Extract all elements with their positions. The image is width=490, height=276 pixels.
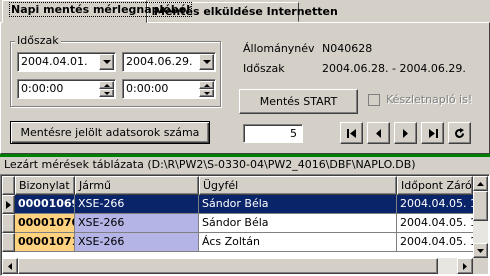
tab-daily-save[interactable]: Napi mentés mérlegnaplóból — [2, 0, 193, 23]
start-time-value: 0:00:00 — [21, 82, 64, 95]
next-record-button[interactable] — [394, 122, 417, 144]
scroll-thumb[interactable] — [473, 191, 488, 221]
scroll-down-button[interactable] — [473, 243, 488, 258]
row-indicator[interactable] — [2, 214, 15, 233]
filename-label: Állománynév — [243, 42, 315, 55]
scroll-left-button[interactable] — [2, 258, 18, 274]
inventory-log-label: Készletnapló is! — [386, 93, 473, 106]
row-indicator[interactable] — [2, 195, 15, 214]
cell-time[interactable]: 2004.04.05. 1( — [397, 195, 473, 214]
last-record-icon — [428, 128, 438, 138]
refresh-button[interactable] — [448, 122, 471, 144]
spin-down-icon[interactable] — [199, 89, 214, 97]
spin-up-icon[interactable] — [99, 81, 114, 89]
end-time-field[interactable]: 0:00:00 — [122, 79, 216, 99]
end-date-picker[interactable]: 2004.06.29. — [122, 52, 216, 72]
column-header-doc[interactable]: Bizonylat — [15, 176, 75, 195]
prior-record-button[interactable] — [367, 122, 390, 144]
marked-rows-count-button[interactable]: Mentésre jelölt adatsorok száma — [10, 121, 210, 144]
tab-daily-save-label: Napi mentés mérlegnaplóból — [9, 2, 193, 17]
start-date-picker[interactable]: 2004.04.01. — [17, 52, 116, 72]
first-record-button[interactable] — [340, 122, 363, 144]
last-record-button[interactable] — [421, 122, 444, 144]
cell-client[interactable]: Sándor Béla — [199, 195, 397, 214]
indicator-header — [2, 176, 15, 195]
start-time-spinner[interactable] — [99, 81, 114, 97]
refresh-icon — [455, 127, 464, 138]
horizontal-scroll-thumb[interactable] — [18, 258, 438, 274]
cell-doc[interactable]: 00001071 — [15, 233, 75, 252]
cell-time[interactable]: 2004.04.05. 1( — [397, 233, 473, 252]
scroll-corner — [473, 258, 488, 274]
end-time-spinner[interactable] — [199, 81, 214, 97]
cell-vehicle[interactable]: XSE-266 — [75, 214, 199, 233]
scroll-up-button[interactable] — [473, 176, 488, 191]
cell-vehicle[interactable]: XSE-266 — [75, 233, 199, 252]
chevron-down-icon[interactable] — [199, 54, 214, 70]
cell-client[interactable]: Ács Zoltán — [199, 233, 397, 252]
filename-value: N040628 — [322, 42, 373, 55]
end-time-value: 0:00:00 — [126, 82, 169, 95]
splitter-bar[interactable] — [0, 154, 490, 157]
chevron-down-icon[interactable] — [99, 54, 114, 70]
table-caption: Lezárt mérések táblázata (D:\R\PW2\S-033… — [4, 158, 416, 171]
save-start-button[interactable]: Mentés START — [239, 89, 358, 114]
scroll-down-icon — [477, 248, 484, 253]
cell-vehicle[interactable]: XSE-266 — [75, 195, 199, 214]
next-record-icon — [403, 128, 408, 138]
scroll-right-button[interactable] — [457, 258, 473, 274]
column-header-client[interactable]: Ügyfél — [199, 176, 397, 195]
period-info-label: Időszak — [243, 62, 285, 75]
spin-down-icon[interactable] — [99, 89, 114, 97]
column-header-time[interactable]: Időpont Záró — [397, 176, 473, 195]
first-record-icon — [346, 128, 356, 138]
scroll-right-icon — [463, 262, 467, 270]
current-row-indicator-icon — [6, 200, 11, 209]
period-info-value: 2004.06.28. - 2004.06.29. — [322, 62, 466, 75]
spin-up-icon[interactable] — [199, 81, 214, 89]
column-header-vehicle[interactable]: Jármű — [75, 176, 199, 195]
row-indicator[interactable] — [2, 233, 15, 252]
counter-field[interactable]: 5 — [243, 124, 303, 143]
start-date-value: 2004.04.01. — [21, 55, 88, 68]
cell-time[interactable]: 2004.04.05. 1( — [397, 214, 473, 233]
start-time-field[interactable]: 0:00:00 — [17, 79, 116, 99]
scroll-up-icon — [477, 181, 484, 186]
end-date-value: 2004.06.29. — [126, 55, 193, 68]
cell-doc[interactable]: 00001069 — [15, 195, 75, 214]
inventory-log-checkbox[interactable] — [368, 94, 380, 106]
cell-client[interactable]: Sándor Béla — [199, 214, 397, 233]
scroll-left-icon — [8, 262, 12, 270]
prior-record-icon — [376, 128, 381, 138]
period-legend: Időszak — [15, 34, 61, 47]
cell-doc[interactable]: 00001070 — [15, 214, 75, 233]
